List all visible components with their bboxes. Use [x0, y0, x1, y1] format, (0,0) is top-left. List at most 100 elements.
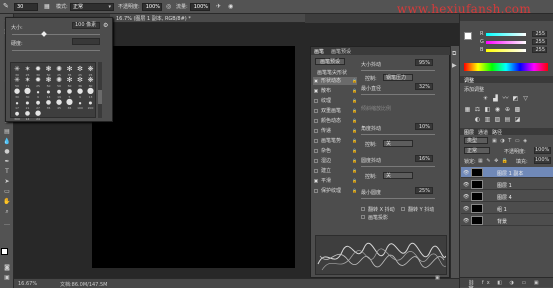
- brush-tip-cell[interactable]: ✼ 25: [75, 64, 85, 77]
- brush-option-row[interactable]: 纹理 🔒: [313, 97, 357, 105]
- g-value[interactable]: 255: [532, 39, 547, 45]
- brush-option-checkbox[interactable]: [314, 119, 318, 123]
- posterize-icon[interactable]: ▥: [484, 116, 491, 123]
- actions-panel-icon[interactable]: ▶: [452, 62, 457, 69]
- b-slider[interactable]: [486, 49, 526, 52]
- mode-dropdown[interactable]: 正常 ▾: [70, 3, 114, 11]
- lock-icon[interactable]: 🔒: [352, 137, 357, 145]
- brush-tip-cell[interactable]: ● 5: [65, 86, 75, 99]
- zoom-tool-icon[interactable]: ⌕: [3, 208, 11, 216]
- brush-tip-cell[interactable]: ✹ 25: [33, 75, 43, 88]
- hand-tool-icon[interactable]: ✋: [3, 198, 11, 206]
- brush-tip-cell[interactable]: ● 9: [75, 86, 85, 99]
- brush-tip-cell[interactable]: ❋ 25: [86, 64, 96, 77]
- brush-preset-picker-button[interactable]: 30: [14, 3, 38, 11]
- brush-option-checkbox[interactable]: [314, 169, 318, 173]
- brush-option-row[interactable]: 保护纹理 🔒: [313, 187, 357, 195]
- min-roundness-value[interactable]: 25%: [415, 187, 433, 194]
- size-jitter-slider[interactable]: [361, 70, 435, 71]
- brush-option-row[interactable]: 双重画笔 🔒: [313, 107, 357, 115]
- color-spectrum-ramp[interactable]: [464, 63, 548, 71]
- brush-option-checkbox[interactable]: [314, 109, 318, 113]
- brush-tip-cell[interactable]: ✺ 25: [54, 64, 64, 77]
- brush-tip-cell[interactable]: ✻ 35: [65, 64, 75, 77]
- brush-tip-cell[interactable]: ● 13: [44, 86, 54, 99]
- hue-saturation-icon[interactable]: ▦: [464, 106, 471, 113]
- picker-size-input[interactable]: 100 像素: [72, 22, 100, 29]
- layer-row[interactable]: 👁 组 1: [461, 203, 553, 214]
- brush-option-row[interactable]: 平滑 🔒: [313, 177, 357, 185]
- brush-tip-cell[interactable]: ❋ 30: [86, 75, 96, 88]
- flip-y-checkbox[interactable]: [401, 207, 405, 211]
- b-value[interactable]: 255: [532, 47, 547, 53]
- flip-x-checkbox[interactable]: [361, 207, 365, 211]
- r-value[interactable]: 255: [532, 31, 547, 37]
- brush-tip-cell[interactable]: ✼ 36: [75, 75, 85, 88]
- lock-icon[interactable]: 🔒: [352, 157, 357, 165]
- brush-tip-cell[interactable]: ● 45: [54, 97, 64, 110]
- brush-option-checkbox[interactable]: [314, 79, 318, 83]
- picker-hardness-input[interactable]: [72, 38, 100, 45]
- brush-tip-cell[interactable]: ● 30: [23, 86, 33, 99]
- size-jitter-value[interactable]: 95%: [415, 59, 433, 66]
- blur-tool-icon[interactable]: 💧: [3, 138, 11, 146]
- tab-brush-presets[interactable]: 画笔预设: [331, 48, 351, 55]
- brush-tip-cell[interactable]: ● 19: [54, 86, 64, 99]
- layer-opacity-input[interactable]: 100%: [534, 147, 551, 154]
- brush-option-row[interactable]: 颜色动态 🔒: [313, 117, 357, 125]
- hardness-slider[interactable]: [12, 50, 100, 51]
- brush-option-checkbox[interactable]: [314, 179, 318, 183]
- visibility-eye-icon[interactable]: 👁: [463, 206, 469, 212]
- brush-tip-cell[interactable]: ✳ 30: [12, 64, 22, 77]
- foreground-color-swatch[interactable]: [1, 248, 8, 255]
- picker-scrollbar[interactable]: [98, 62, 102, 118]
- size-slider[interactable]: [12, 34, 100, 35]
- lock-icon[interactable]: 🔒: [352, 147, 357, 155]
- size-slider-knob[interactable]: [41, 31, 47, 37]
- angle-jitter-value[interactable]: 10%: [415, 123, 433, 130]
- visibility-eye-icon[interactable]: 👁: [463, 194, 469, 200]
- lock-icon[interactable]: 🔒: [352, 97, 357, 105]
- tab-adjustments[interactable]: 调整: [464, 77, 474, 84]
- brush-tip-cell[interactable]: ● 21: [23, 97, 33, 110]
- visibility-eye-icon[interactable]: 👁: [463, 182, 469, 188]
- roundness-jitter-value[interactable]: 16%: [415, 155, 433, 162]
- pressure-opacity-icon[interactable]: ◎: [166, 3, 171, 11]
- gradient-tool-icon[interactable]: ▤: [3, 128, 11, 136]
- channel-mixer-icon[interactable]: ⊕: [504, 106, 511, 113]
- zoom-level[interactable]: 16.67%: [18, 281, 37, 287]
- control2-dropdown[interactable]: 关: [383, 140, 413, 147]
- quick-mask-icon[interactable]: ◙: [3, 264, 11, 272]
- brush-tip-cell[interactable]: ✶ 25: [23, 64, 33, 77]
- brush-tip-cell[interactable]: ● 30: [12, 86, 22, 99]
- brush-option-row[interactable]: 湿边 🔒: [313, 157, 357, 165]
- tab-channels[interactable]: 通道: [478, 129, 488, 136]
- lock-icon[interactable]: 🔒: [352, 117, 357, 125]
- curves-icon[interactable]: 〰: [502, 95, 509, 102]
- color-lookup-icon[interactable]: ▩: [514, 106, 521, 113]
- exposure-icon[interactable]: ◩: [512, 95, 519, 102]
- layer-row[interactable]: 👁 背景: [461, 215, 553, 226]
- airbrush-icon[interactable]: ✈: [216, 3, 221, 11]
- brush-projection-checkbox[interactable]: [361, 215, 365, 219]
- brush-tip-cell[interactable]: ✶ 71: [23, 75, 33, 88]
- photo-filter-icon[interactable]: ◉: [494, 106, 501, 113]
- color-panel-foreground-swatch[interactable]: [464, 32, 472, 40]
- brush-tip-cell[interactable]: ● 27: [33, 97, 43, 110]
- pen-tool-icon[interactable]: ✒: [3, 158, 11, 166]
- layer-fill-input[interactable]: 100%: [534, 157, 551, 164]
- brush-tip-cell[interactable]: ● 35: [44, 97, 54, 110]
- angle-jitter-slider[interactable]: [361, 134, 435, 135]
- brush-panel-toggle-icon[interactable]: ▦: [44, 3, 50, 11]
- layer-row[interactable]: 👁 图层 1 副本: [461, 167, 553, 178]
- layer-action-icons[interactable]: ⛓ fx ◧ ◑ ▭ ▣ 🗑: [468, 280, 553, 288]
- brush-tip-cell[interactable]: ✹ 30: [33, 64, 43, 77]
- blend-mode-dropdown[interactable]: 正常: [464, 147, 490, 154]
- brush-tip-cell[interactable]: ● 24: [33, 108, 43, 121]
- layer-filter-icons[interactable]: ▣ ◑ T ▭ ◈: [492, 138, 528, 144]
- brush-tip-cell[interactable]: ● 200: [86, 97, 96, 110]
- document-canvas[interactable]: [92, 46, 295, 268]
- history-panel-icon[interactable]: ⧉: [452, 50, 456, 58]
- lock-icon[interactable]: 🔒: [352, 167, 357, 175]
- brush-tip-cell[interactable]: ✳ 50: [12, 75, 22, 88]
